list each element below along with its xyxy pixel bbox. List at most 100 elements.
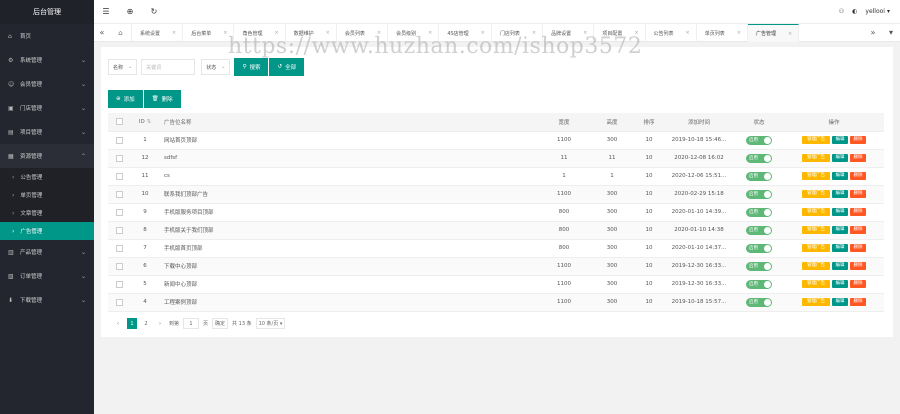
batch-delete-button[interactable]: 🗑 删除 [143,90,181,108]
next-page-button[interactable]: › [155,318,165,329]
close-icon[interactable]: × [223,30,227,36]
search-button[interactable]: ⚲ 搜索 [234,58,269,76]
manage-ads-button[interactable]: 管理广告 [802,208,830,216]
delete-button[interactable]: 删除 [850,208,866,216]
manage-ads-button[interactable]: 管理广告 [802,172,830,180]
select-all-checkbox[interactable] [115,118,123,126]
delete-button[interactable]: 删除 [850,298,866,306]
manage-ads-button[interactable]: 管理广告 [802,244,830,252]
prev-page-button[interactable]: ‹ [113,318,123,329]
add-button[interactable]: ⊕ 添加 [108,90,143,108]
row-checkbox[interactable] [115,298,123,306]
edit-button[interactable]: 编辑 [832,262,848,270]
tab-item[interactable]: 数据维护 × [286,24,337,42]
delete-button[interactable]: 删除 [850,190,866,198]
keyword-input[interactable]: 关键词 [141,59,196,75]
tabs-scroll-right-icon[interactable]: » [864,28,882,37]
close-icon[interactable]: × [686,30,690,36]
goto-page-input[interactable]: 1 [183,318,200,329]
close-icon[interactable]: × [634,30,638,36]
close-icon[interactable]: × [428,30,432,36]
col-id[interactable]: ID ⇅ [130,113,160,132]
status-toggle[interactable]: 启用 [746,135,772,145]
page-2-button[interactable]: 2 [141,318,151,329]
tab-item[interactable]: 门店列表 × [492,24,544,42]
close-icon[interactable]: × [583,30,587,36]
manage-ads-button[interactable]: 管理广告 [802,190,830,198]
status-toggle[interactable]: 启用 [746,297,772,307]
status-toggle[interactable]: 启用 [746,243,772,253]
status-toggle[interactable]: 启用 [746,225,772,235]
row-checkbox[interactable] [115,226,123,234]
tab-item[interactable]: 会员列表 × [337,24,389,42]
tabs-scroll-left-icon[interactable]: « [94,28,110,37]
status-select[interactable]: 状态 ⌄ [201,59,231,75]
row-checkbox[interactable] [115,280,123,288]
tab-item[interactable]: 单页列表 × [697,24,748,42]
close-icon[interactable]: × [377,30,381,36]
tabs-menu-icon[interactable]: ▾ [882,28,900,37]
status-toggle[interactable]: 启用 [746,261,772,271]
edit-button[interactable]: 编辑 [832,154,848,162]
tab-item[interactable]: 后台菜单 × [183,24,235,42]
delete-button[interactable]: 删除 [850,262,866,270]
row-checkbox[interactable] [115,262,123,270]
field-select[interactable]: 名称 ⌄ [108,59,138,75]
manage-ads-button[interactable]: 管理广告 [802,226,830,234]
home-tab-icon[interactable]: ⌂ [110,24,132,41]
status-toggle[interactable]: 启用 [746,207,772,217]
theme-icon[interactable]: ◐ [852,8,857,15]
edit-button[interactable]: 编辑 [832,226,848,234]
delete-button[interactable]: 删除 [850,280,866,288]
tab-item[interactable]: 公告列表 × [646,24,697,42]
sidebar-item-home[interactable]: ⌂ 首页 [0,24,94,48]
row-checkbox[interactable] [115,136,123,144]
close-icon[interactable]: × [737,30,741,36]
user-menu[interactable]: yellooi ▾ [865,8,890,15]
menu-icon[interactable]: ☰ [94,7,118,16]
edit-button[interactable]: 编辑 [832,244,848,252]
edit-button[interactable]: 编辑 [832,190,848,198]
close-icon[interactable]: × [532,30,536,36]
tab-item[interactable]: 项目配置 × [594,24,646,42]
goto-confirm-button[interactable]: 确定 [212,318,229,329]
sidebar-item-project[interactable]: ▤ 项目管理 ⌄ [0,120,94,144]
sidebar-item-gear[interactable]: ⚙ 系统管理 ⌄ [0,48,94,72]
status-toggle[interactable]: 启用 [746,153,772,163]
manage-ads-button[interactable]: 管理广告 [802,136,830,144]
refresh-icon[interactable]: ↻ [142,7,166,16]
edit-button[interactable]: 编辑 [832,298,848,306]
manage-ads-button[interactable]: 管理广告 [802,280,830,288]
row-checkbox[interactable] [115,244,123,252]
delete-button[interactable]: 删除 [850,244,866,252]
tab-item[interactable]: 广告管理 × [747,24,800,42]
close-icon[interactable]: × [788,31,792,37]
status-toggle[interactable]: 启用 [746,189,772,199]
page-1-button[interactable]: 1 [127,318,137,329]
edit-button[interactable]: 编辑 [832,136,848,144]
row-checkbox[interactable] [115,172,123,180]
tab-item[interactable]: 4S店管理 × [439,24,492,42]
all-button[interactable]: ↺ 全部 [269,58,305,76]
close-icon[interactable]: × [274,30,278,36]
sidebar-item-order[interactable]: ▧ 订单管理 ⌄ [0,264,94,288]
sidebar-subitem[interactable]: › 文章管理 [0,204,94,222]
per-page-select[interactable]: 10 条/页 ▾ [255,318,286,329]
tab-item[interactable]: 品牌设置 × [543,24,595,42]
close-icon[interactable]: × [172,30,176,36]
sidebar-item-user[interactable]: ☺ 会员管理 ⌄ [0,72,94,96]
row-checkbox[interactable] [115,208,123,216]
tab-item[interactable]: 会员级别 × [388,24,440,42]
edit-button[interactable]: 编辑 [832,280,848,288]
manage-ads-button[interactable]: 管理广告 [802,154,830,162]
status-toggle[interactable]: 启用 [746,171,772,181]
row-checkbox[interactable] [115,154,123,162]
row-checkbox[interactable] [115,190,123,198]
sidebar-item-download[interactable]: ⬇ 下载管理 ⌄ [0,288,94,312]
fullscreen-icon[interactable]: ⚇ [839,8,844,15]
tab-item[interactable]: 系统设置 × [132,24,184,42]
tab-item[interactable]: 角色管理 × [234,24,286,42]
manage-ads-button[interactable]: 管理广告 [802,298,830,306]
delete-button[interactable]: 删除 [850,154,866,162]
status-toggle[interactable]: 启用 [746,279,772,289]
